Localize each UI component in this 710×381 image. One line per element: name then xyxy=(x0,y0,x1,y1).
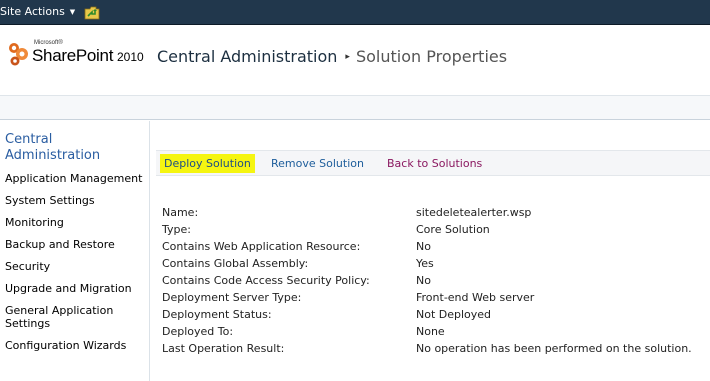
nav-item-general-application-settings[interactable]: General Application Settings xyxy=(5,304,130,330)
remove-solution-button[interactable]: Remove Solution xyxy=(271,157,364,170)
title-area: Microsoft® SharePoint 2010 Central Admin… xyxy=(0,25,710,96)
sharepoint-wordmark: SharePoint xyxy=(32,46,114,65)
property-value: Not Deployed xyxy=(416,308,492,321)
nav-item-backup-and-restore[interactable]: Backup and Restore xyxy=(5,238,115,251)
left-navigation: Central Administration Application Manag… xyxy=(0,121,150,381)
top-ribbon-bar: Site Actions ▼ xyxy=(0,0,710,25)
page-title: Solution Properties xyxy=(355,47,508,66)
property-label: Contains Web Application Resource: xyxy=(162,240,361,253)
property-value: No xyxy=(416,274,431,287)
breadcrumb-separator-icon: ▸ xyxy=(345,51,350,62)
property-label: Type: xyxy=(162,223,191,236)
navigate-up-icon[interactable] xyxy=(84,5,100,20)
property-value: Yes xyxy=(416,257,434,270)
site-actions-label: Site Actions xyxy=(0,5,65,18)
chevron-down-icon: ▼ xyxy=(69,7,76,16)
property-value: Core Solution xyxy=(416,223,490,236)
property-label: Deployment Status: xyxy=(162,308,272,321)
site-actions-menu[interactable]: Site Actions ▼ xyxy=(0,5,75,18)
solution-toolbar: Deploy Solution Remove Solution Back to … xyxy=(156,150,710,176)
property-value: No operation has been performed on the s… xyxy=(416,342,692,355)
nav-item-upgrade-and-migration[interactable]: Upgrade and Migration xyxy=(5,282,132,295)
property-value: None xyxy=(416,325,445,338)
breadcrumb: Central Administration ▸ Solution Proper… xyxy=(157,47,507,66)
property-value: No xyxy=(416,240,431,253)
property-value: Front-end Web server xyxy=(416,291,535,304)
nav-item-security[interactable]: Security xyxy=(5,260,50,273)
nav-heading-central-administration[interactable]: Central Administration xyxy=(5,132,125,164)
property-label: Name: xyxy=(162,206,199,219)
property-label: Contains Global Assembly: xyxy=(162,257,309,270)
nav-item-system-settings[interactable]: System Settings xyxy=(5,194,95,207)
property-label: Deployment Server Type: xyxy=(162,291,302,304)
breadcrumb-root-link[interactable]: Central Administration xyxy=(157,47,337,66)
deploy-solution-button[interactable]: Deploy Solution xyxy=(160,154,255,173)
back-to-solutions-link[interactable]: Back to Solutions xyxy=(387,157,482,170)
nav-item-configuration-wizards[interactable]: Configuration Wizards xyxy=(5,339,126,352)
title-strip xyxy=(0,96,710,120)
sharepoint-logo-icon xyxy=(5,39,35,69)
property-label: Last Operation Result: xyxy=(162,342,285,355)
nav-item-application-management[interactable]: Application Management xyxy=(5,172,142,185)
property-label: Deployed To: xyxy=(162,325,234,338)
sharepoint-version: 2010 xyxy=(117,50,144,64)
property-label: Contains Code Access Security Policy: xyxy=(162,274,370,287)
main-content: Deploy Solution Remove Solution Back to … xyxy=(151,121,710,381)
nav-item-monitoring[interactable]: Monitoring xyxy=(5,216,64,229)
property-value: sitedeletealerter.wsp xyxy=(416,206,532,219)
